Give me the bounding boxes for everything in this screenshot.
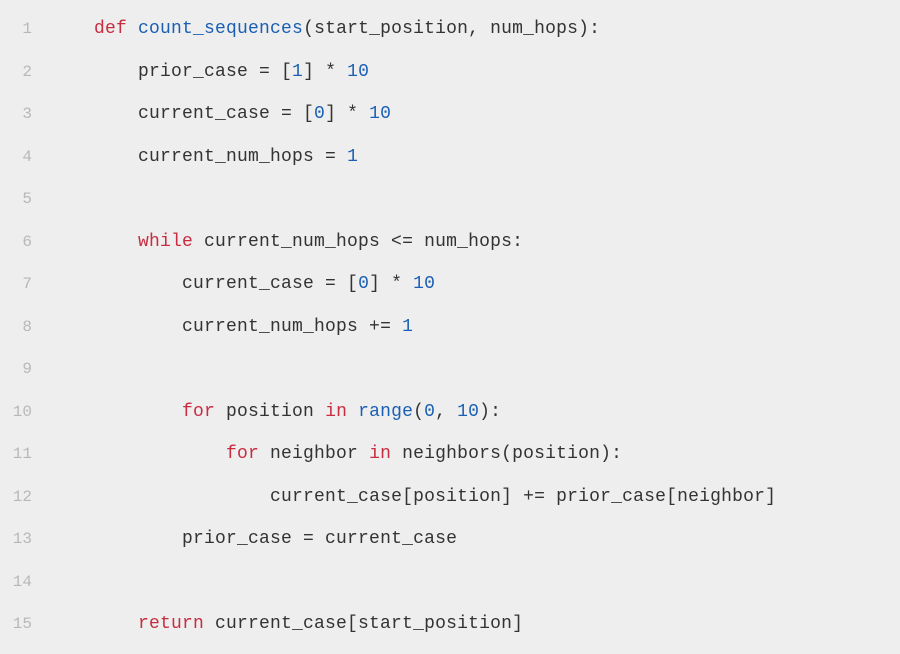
token-id: ,: [435, 402, 457, 422]
token-id: current_case[position] += prior_case[nei…: [270, 487, 776, 507]
indent: [50, 487, 270, 507]
indent: [50, 19, 94, 39]
token-id: current_num_hops =: [138, 147, 347, 167]
code-line: 1 def count_sequences(start_position, nu…: [0, 8, 900, 51]
token-fn: count_sequences: [138, 19, 303, 39]
code-line: 9: [0, 348, 900, 391]
line-number: 14: [0, 573, 50, 591]
code-line: 8 current_num_hops += 1: [0, 306, 900, 349]
indent: [50, 317, 182, 337]
line-number: 10: [0, 403, 50, 421]
line-number: 7: [0, 275, 50, 293]
line-number: 6: [0, 233, 50, 251]
line-number: 2: [0, 63, 50, 81]
token-kw: in: [369, 444, 402, 464]
indent: [50, 274, 182, 294]
token-num: 1: [347, 147, 358, 167]
line-number: 4: [0, 148, 50, 166]
code-block: 1 def count_sequences(start_position, nu…: [0, 8, 900, 646]
line-number: 11: [0, 445, 50, 463]
code-content: current_num_hops += 1: [50, 317, 413, 337]
code-line: 11 for neighbor in neighbors(position):: [0, 433, 900, 476]
indent: [50, 147, 138, 167]
token-id: ):: [479, 402, 501, 422]
line-number: 9: [0, 360, 50, 378]
token-num: 1: [292, 62, 303, 82]
line-number: 15: [0, 615, 50, 633]
code-line: 15 return current_case[start_position]: [0, 603, 900, 646]
code-line: 7 current_case = [0] * 10: [0, 263, 900, 306]
token-num: 10: [457, 402, 479, 422]
token-id: ] *: [369, 274, 413, 294]
token-num: 10: [347, 62, 369, 82]
indent: [50, 614, 138, 634]
code-content: prior_case = [1] * 10: [50, 62, 369, 82]
code-line: 4 current_num_hops = 1: [0, 136, 900, 179]
code-content: current_case[position] += prior_case[nei…: [50, 487, 776, 507]
code-content: while current_num_hops <= num_hops:: [50, 232, 523, 252]
code-line: 12 current_case[position] += prior_case[…: [0, 476, 900, 519]
line-number: 12: [0, 488, 50, 506]
token-id: prior_case = current_case: [182, 529, 457, 549]
token-kw: return: [138, 614, 215, 634]
code-line: 3 current_case = [0] * 10: [0, 93, 900, 136]
token-num: 1: [402, 317, 413, 337]
token-kw: while: [138, 232, 204, 252]
indent: [50, 232, 138, 252]
token-kw: for: [182, 402, 226, 422]
token-id: neighbors(position):: [402, 444, 622, 464]
token-num: 0: [424, 402, 435, 422]
token-id: (: [413, 402, 424, 422]
line-number: 5: [0, 190, 50, 208]
code-content: return current_case[start_position]: [50, 614, 523, 634]
indent: [50, 529, 182, 549]
line-number: 1: [0, 20, 50, 38]
code-content: current_case = [0] * 10: [50, 274, 435, 294]
token-id: current_case[start_position]: [215, 614, 523, 634]
token-id: position: [226, 402, 325, 422]
code-line: 6 while current_num_hops <= num_hops:: [0, 221, 900, 264]
indent: [50, 444, 226, 464]
code-line: 13 prior_case = current_case: [0, 518, 900, 561]
token-kw: def: [94, 19, 138, 39]
token-fn: range: [358, 402, 413, 422]
line-number: 3: [0, 105, 50, 123]
token-id: current_num_hops +=: [182, 317, 402, 337]
indent: [50, 104, 138, 124]
code-line: 10 for position in range(0, 10):: [0, 391, 900, 434]
token-kw: for: [226, 444, 270, 464]
code-content: current_num_hops = 1: [50, 147, 358, 167]
token-id: ] *: [303, 62, 347, 82]
token-id: neighbor: [270, 444, 369, 464]
code-line: 14: [0, 561, 900, 604]
line-number: 13: [0, 530, 50, 548]
code-content: current_case = [0] * 10: [50, 104, 391, 124]
token-num: 0: [314, 104, 325, 124]
token-kw: in: [325, 402, 358, 422]
token-id: prior_case = [: [138, 62, 292, 82]
indent: [50, 62, 138, 82]
token-num: 0: [358, 274, 369, 294]
token-id: current_case = [: [138, 104, 314, 124]
code-content: for position in range(0, 10):: [50, 402, 501, 422]
code-content: def count_sequences(start_position, num_…: [50, 19, 600, 39]
token-num: 10: [369, 104, 391, 124]
indent: [50, 402, 182, 422]
token-id: current_num_hops <= num_hops:: [204, 232, 523, 252]
code-line: 5: [0, 178, 900, 221]
token-id: (start_position, num_hops):: [303, 19, 600, 39]
code-line: 2 prior_case = [1] * 10: [0, 51, 900, 94]
token-id: ] *: [325, 104, 369, 124]
line-number: 8: [0, 318, 50, 336]
token-num: 10: [413, 274, 435, 294]
code-content: prior_case = current_case: [50, 529, 457, 549]
code-content: for neighbor in neighbors(position):: [50, 444, 622, 464]
token-id: current_case = [: [182, 274, 358, 294]
